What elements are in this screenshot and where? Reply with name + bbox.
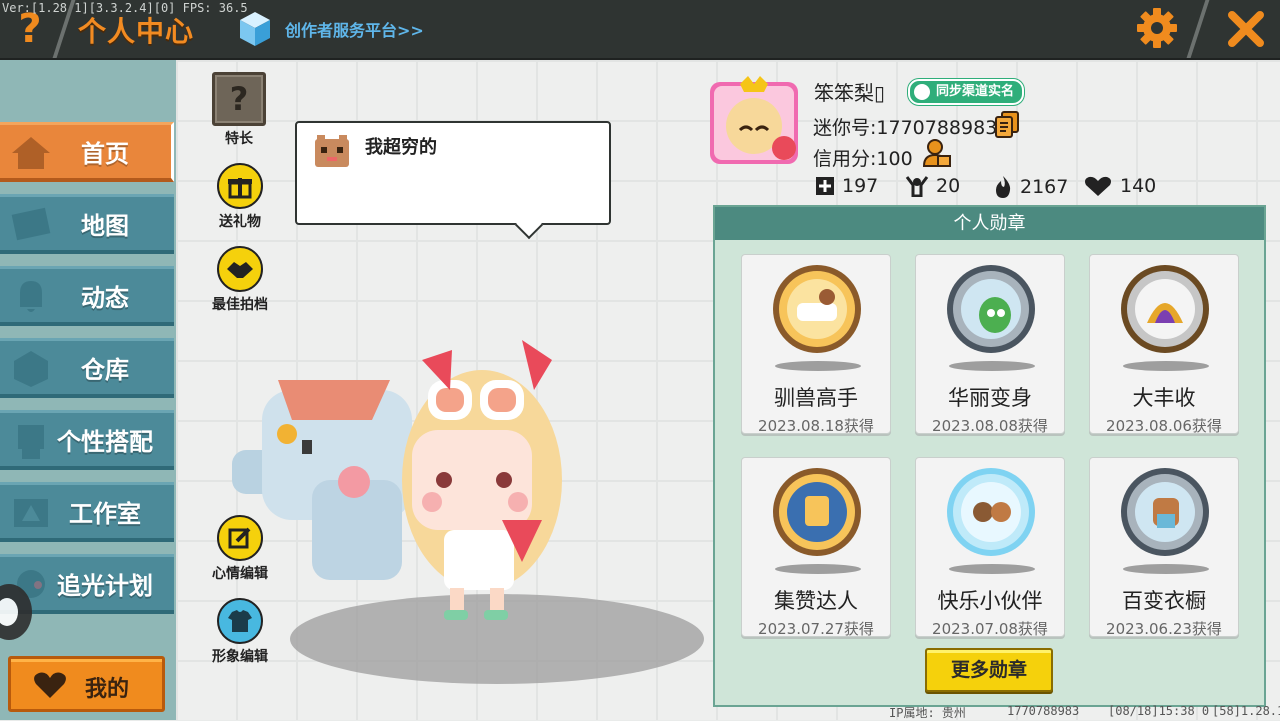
gift-icon [217,163,263,209]
badge-name: 驯兽高手 [774,386,858,410]
divider [1186,0,1210,58]
specialty-button[interactable]: ? 特长 [203,72,275,148]
badge-name: 华丽变身 [948,386,1032,410]
box-icon [14,350,48,387]
badge-name: 大丰收 [1132,386,1196,410]
badge-date: 2023.07.08获得 [932,620,1048,638]
best-partner-label: 最佳拍档 [212,297,268,313]
character-icon [18,424,44,459]
sidebar-item-map[interactable]: 地图 [0,194,174,254]
badge-date: 2023.08.08获得 [932,417,1048,435]
badge-panel-title: 个人勋章 [715,207,1264,240]
credit-person-icon[interactable] [922,138,952,168]
specialty-label: 特长 [225,131,253,147]
medal-pedestal [775,564,861,574]
harvest-medal-icon [1121,265,1209,353]
best-partner-button[interactable]: 最佳拍档 [204,246,276,314]
sidebar-item-feed[interactable]: 动态 [0,266,174,326]
gear-icon[interactable] [1134,5,1180,51]
badge-date: 2023.08.18获得 [758,417,874,435]
badge-card[interactable]: 华丽变身 2023.08.08获得 [915,254,1065,435]
badge-card[interactable]: 驯兽高手 2023.08.18获得 [741,254,891,435]
silver-medal-icon [1121,468,1209,556]
studio-icon [14,498,48,527]
sidebar-item-warehouse[interactable]: 仓库 [0,338,174,398]
badge-panel: 个人勋章 驯兽高手 2023.08.18获得 华丽变身 2023.08.08获得… [713,205,1266,707]
sidebar-item-label: 工作室 [69,500,141,528]
top-bar: ? Ver:[1.28.1][3.3.2.4][0] FPS: 36.5 个人中… [0,0,1280,60]
medal-pedestal [1123,361,1209,371]
badge-name: 快乐小伙伴 [937,589,1043,613]
mini-id: 迷你号:1770788983 [813,117,998,139]
medal-pedestal [949,564,1035,574]
house-icon [12,136,50,169]
nickname: 笨笨梨▯ [814,81,886,105]
badge-date: 2023.06.23获得 [1106,620,1222,638]
credit-score: 信用分:100 [813,148,913,170]
close-button[interactable] [1212,0,1280,58]
question-block-icon: ? [212,72,266,126]
image-edit-label: 形象编辑 [212,649,268,665]
silver-medal-icon [947,265,1035,353]
map-icon [11,207,51,240]
sidebar-item-label: 个性搭配 [57,428,153,456]
ip-location: IP属地: 贵州 [889,706,966,720]
cube-icon [240,12,270,46]
gold-medal-icon [773,468,861,556]
sidebar-item-studio[interactable]: 工作室 [0,482,174,542]
fans-stat: 197 [815,175,878,197]
sidebar-item-label: 动态 [81,284,129,312]
sidebar-item-label: 追光计划 [57,572,153,600]
gift-button[interactable]: 送礼物 [204,163,276,231]
badge-name: 集赞达人 [774,589,858,613]
likes-stat: 140 [1083,175,1156,197]
more-badges-button[interactable]: 更多勋章 [925,648,1053,692]
sidebar-item-label: 地图 [81,212,129,240]
handshake-icon [217,246,263,292]
cheer-icon [905,176,929,197]
badge-card[interactable]: 集赞达人 2023.07.27获得 [741,457,891,638]
avatar-character[interactable] [222,330,722,630]
person-icon [914,84,930,100]
footer-time: [08/18]15:38 0 [1108,704,1210,718]
medal-pedestal [949,361,1035,371]
heart-icon [34,672,66,698]
avatar[interactable] [706,74,802,166]
verify-badge[interactable]: 同步渠道实名 [908,79,1025,105]
badge-card[interactable]: 大丰收 2023.08.06获得 [1089,254,1239,435]
footer-build: [58]1.28.1 [1212,704,1280,718]
badge-name: 百变衣橱 [1122,589,1206,613]
help-icon: ? [18,6,42,52]
sidebar-item-label: 仓库 [81,356,129,384]
mine-label: 我的 [85,677,130,702]
badge-date: 2023.08.06获得 [1106,417,1222,435]
sidebar-item-home[interactable]: 首页 [0,122,174,182]
page-title: 个人中心 [78,15,195,48]
blue-medal-icon [947,468,1035,556]
copy-icon[interactable] [994,110,1020,138]
heart-hands-icon [1085,176,1111,196]
mood-face-icon [315,135,349,167]
plus-box-icon [816,177,834,195]
badge-card[interactable]: 百变衣橱 2023.06.23获得 [1089,457,1239,638]
gift-label: 送礼物 [219,214,261,230]
sidebar-item-outfit[interactable]: 个性搭配 [0,410,174,470]
mood-text: 我超穷的 [365,137,437,158]
badge-date: 2023.07.27获得 [758,620,874,638]
close-icon [1228,11,1264,47]
medal-pedestal [1123,564,1209,574]
footer-uid: 1770788983 [1007,704,1080,718]
badge-card[interactable]: 快乐小伙伴 2023.07.08获得 [915,457,1065,638]
follow-stat: 20 [905,175,960,197]
mood-bubble[interactable]: 我超穷的 [295,121,611,225]
mine-button[interactable]: 我的 [8,656,165,712]
medal-pedestal [775,361,861,371]
sidebar-item-label: 首页 [81,140,129,168]
flame-icon [996,176,1011,198]
hot-stat: 2167 [993,175,1068,199]
gold-medal-icon [773,265,861,353]
bell-icon [20,280,42,312]
creator-platform-link[interactable]: 创作者服务平台>> [285,17,424,41]
